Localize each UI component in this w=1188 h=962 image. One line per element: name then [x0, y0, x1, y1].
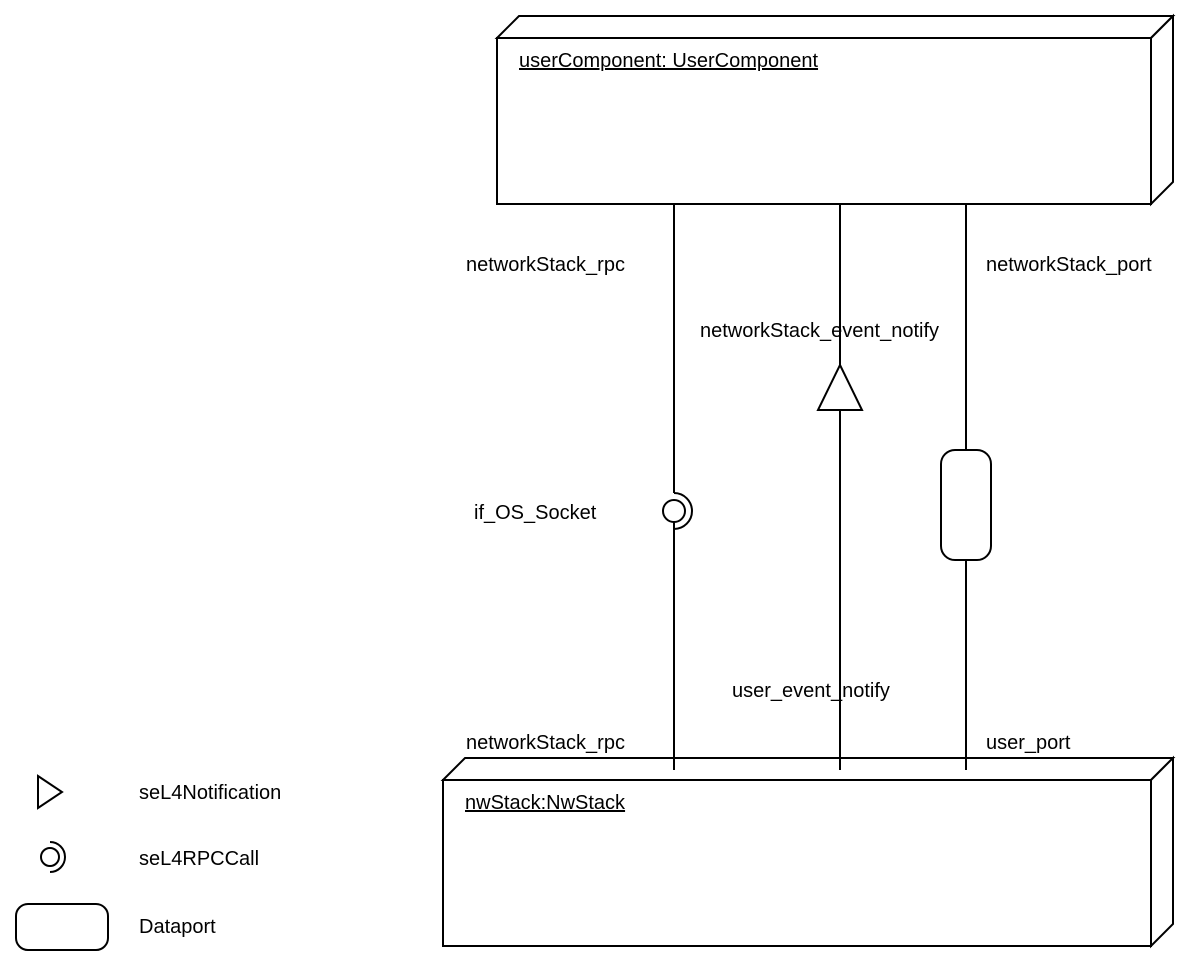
- legend-notification-label: seL4Notification: [139, 782, 281, 805]
- legend-dataport-icon: [16, 904, 108, 950]
- legend-rpccall-icon: [41, 842, 65, 872]
- notify-symbol: [818, 365, 862, 410]
- nwstack-title: nwStack:NwStack: [465, 792, 625, 815]
- rpc-symbol: [663, 493, 692, 529]
- label-top-port: networkStack_port: [986, 254, 1152, 277]
- component-nwstack: [443, 758, 1173, 946]
- user-component-title: userComponent: UserComponent: [519, 50, 818, 73]
- legend-dataport-label: Dataport: [139, 916, 216, 939]
- legend-rpccall-label: seL4RPCCall: [139, 848, 259, 871]
- legend-notification-icon: [38, 776, 62, 808]
- component-diagram: [0, 0, 1188, 962]
- label-top-notify: networkStack_event_notify: [700, 320, 939, 343]
- label-bottom-notify: user_event_notify: [732, 680, 890, 703]
- label-bottom-port: user_port: [986, 732, 1071, 755]
- dataport-symbol: [941, 450, 991, 560]
- label-bottom-rpc: networkStack_rpc: [466, 732, 625, 755]
- component-user: [497, 16, 1173, 204]
- label-top-rpc: networkStack_rpc: [466, 254, 625, 277]
- label-interface: if_OS_Socket: [474, 502, 596, 525]
